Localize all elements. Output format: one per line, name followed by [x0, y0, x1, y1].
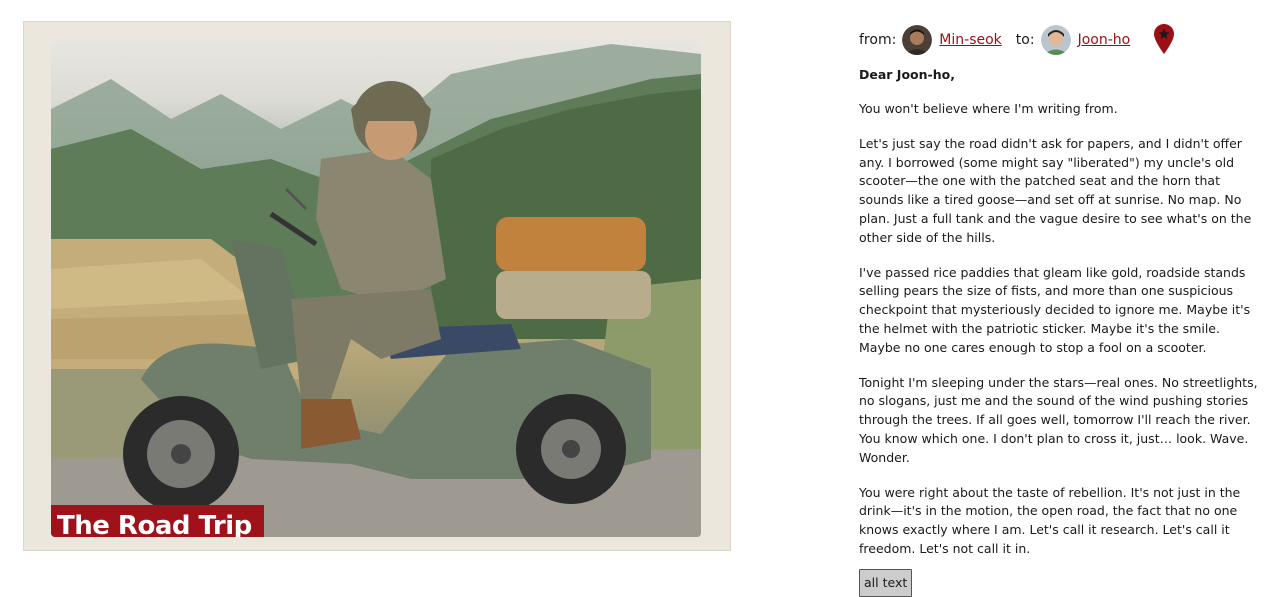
recipient-name-link[interactable]: Joon-ho [1078, 32, 1131, 48]
to-label: to: [1015, 32, 1035, 48]
card-title: The Road Trip [51, 505, 264, 537]
scooter-scene-illustration [51, 44, 701, 537]
letter-panel: from: Min-seok to: Joon-ho Dear Joon-ho,… [859, 24, 1259, 597]
all-text-button[interactable]: all text [859, 568, 913, 597]
map-pin-star-icon[interactable] [1154, 24, 1175, 58]
letter-paragraph: I've passed rice paddies that gleam like… [859, 264, 1251, 355]
letter-greeting: Dear Joon-ho, [859, 67, 955, 82]
letter-paragraph: You won't believe where I'm writing from… [859, 101, 1118, 116]
sender-avatar [902, 25, 933, 55]
recipient-avatar [1040, 25, 1071, 55]
from-label: from: [859, 32, 897, 48]
letter-paragraph: Let's just say the road didn't ask for p… [859, 135, 1252, 245]
photo-card: The Road Trip [23, 21, 731, 551]
sender-recipient-row: from: Min-seok to: Joon-ho [859, 24, 1259, 56]
letter-paragraph: Tonight I'm sleeping under the stars—rea… [859, 374, 1258, 465]
road-trip-photo: The Road Trip [51, 39, 701, 537]
letter-paragraph: You were right about the taste of rebell… [859, 484, 1241, 556]
sender-name-link[interactable]: Min-seok [939, 32, 1001, 48]
